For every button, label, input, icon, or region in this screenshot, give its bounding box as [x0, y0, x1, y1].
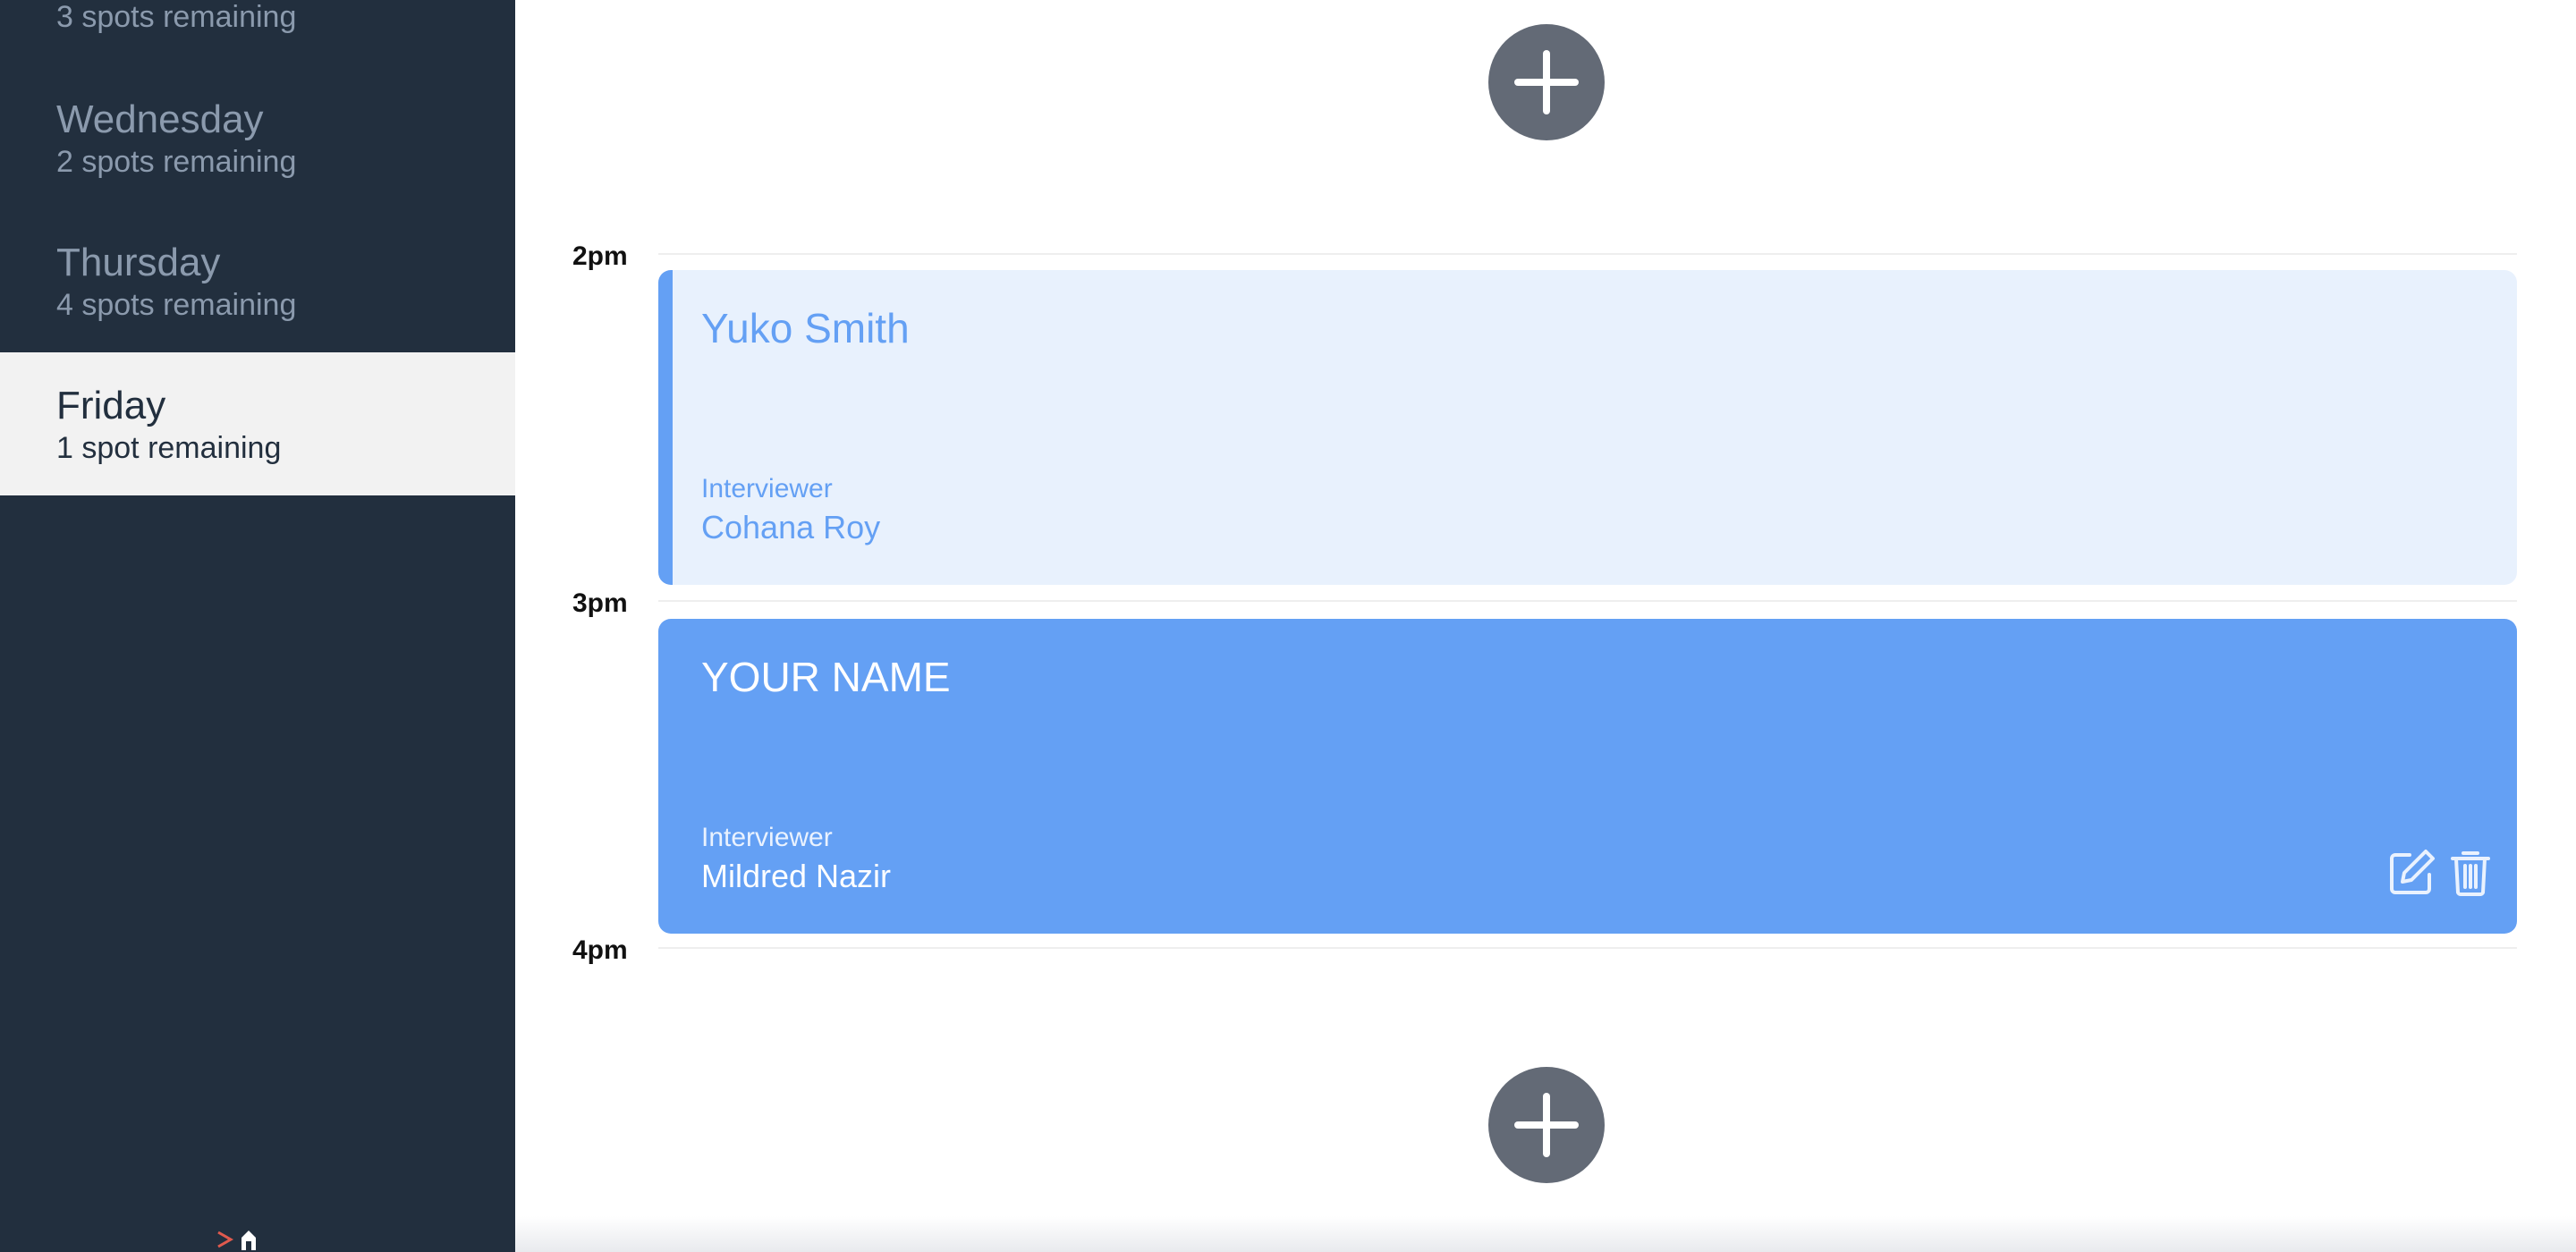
student-name: YOUR NAME: [701, 654, 951, 700]
time-label-2pm: 2pm: [572, 241, 628, 271]
app-root: 3 spots remaining Wednesday 2 spots rema…: [0, 0, 2576, 1252]
edit-button[interactable]: [2386, 848, 2436, 898]
plus-icon: [1514, 50, 1579, 114]
add-appointment-button[interactable]: [1488, 24, 1605, 140]
appointment-own[interactable]: YOUR NAME Interviewer Mildred Nazir: [658, 619, 2517, 934]
plus-icon: [1514, 1093, 1579, 1157]
sidebar-day-wednesday[interactable]: Wednesday 2 spots remaining: [0, 66, 515, 209]
trash-icon: [2451, 851, 2490, 896]
time-label-3pm: 3pm: [572, 588, 628, 618]
student-name: Yuko Smith: [701, 305, 910, 351]
scroll-shadow: [515, 1216, 2576, 1252]
add-appointment-button[interactable]: [1488, 1067, 1605, 1183]
edit-icon: [2390, 850, 2435, 894]
schedule-panel: 2pm Yuko Smith Interviewer Cohana Roy 3p…: [515, 0, 2576, 1252]
day-spots: 4 spots remaining: [56, 288, 297, 322]
sidebar-day-thursday[interactable]: Thursday 4 spots remaining: [0, 209, 515, 352]
day-spots: 1 spot remaining: [56, 431, 282, 465]
day-name: Friday: [56, 384, 166, 427]
interviewer-label: Interviewer: [701, 823, 833, 852]
interviewer-name: Cohana Roy: [701, 509, 881, 546]
time-label-4pm: 4pm: [572, 935, 628, 965]
delete-button[interactable]: [2445, 848, 2496, 898]
interviewer-label: Interviewer: [701, 474, 833, 503]
interviewer-name: Mildred Nazir: [701, 858, 892, 894]
sidebar-day-tuesday[interactable]: 3 spots remaining: [0, 0, 515, 36]
hour-divider: [658, 600, 2517, 602]
day-name: Wednesday: [56, 97, 264, 141]
lhl-logo-icon: [217, 1231, 256, 1250]
sidebar: 3 spots remaining Wednesday 2 spots rema…: [0, 0, 515, 1252]
day-name: Thursday: [56, 241, 221, 284]
day-spots: 3 spots remaining: [56, 0, 297, 34]
appointment-booked[interactable]: Yuko Smith Interviewer Cohana Roy: [658, 270, 2517, 585]
day-spots: 2 spots remaining: [56, 145, 297, 179]
hour-divider: [658, 253, 2517, 255]
hour-divider: [658, 947, 2517, 949]
sidebar-day-friday[interactable]: Friday 1 spot remaining: [0, 352, 515, 495]
